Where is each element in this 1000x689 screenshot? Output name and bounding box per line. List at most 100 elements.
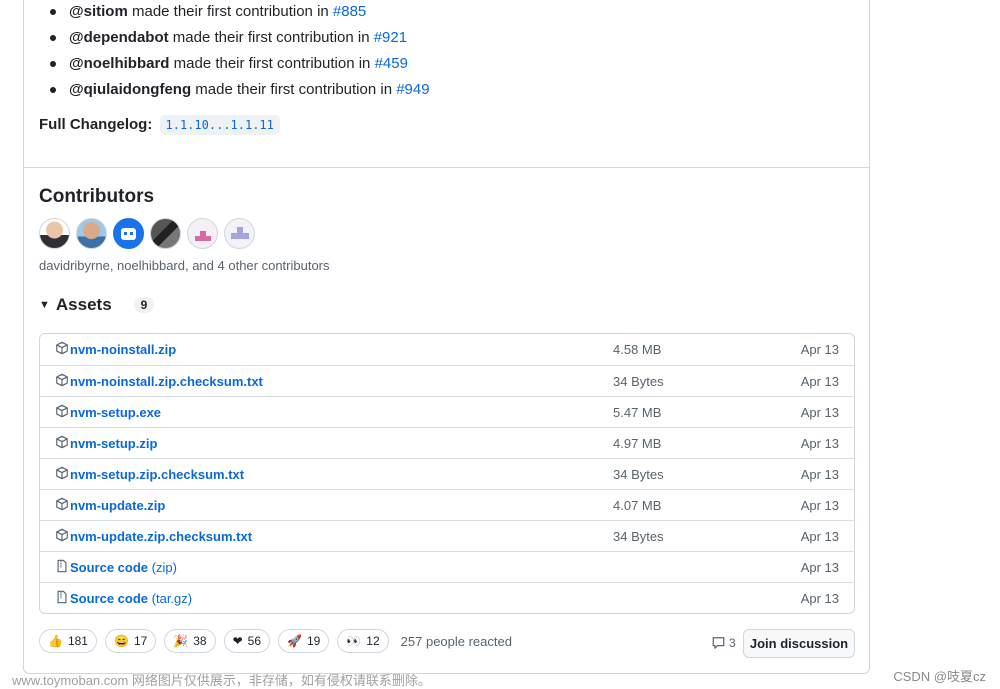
asset-size: 4.07 MB bbox=[613, 498, 662, 513]
contributor-mention[interactable]: @dependabot bbox=[69, 29, 169, 46]
reaction-button[interactable]: 🚀 19 bbox=[278, 629, 330, 653]
reaction-count: 38 bbox=[193, 634, 207, 648]
asset-name: nvm-noinstall.zip.checksum.txt bbox=[70, 374, 263, 389]
asset-download-link[interactable]: nvm-setup.zip bbox=[70, 436, 157, 451]
list-item: @sitiom made their first contribution in… bbox=[50, 0, 430, 26]
asset-size: 34 Bytes bbox=[613, 467, 664, 482]
asset-download-link[interactable]: Source code (tar.gz) bbox=[70, 591, 192, 606]
reaction-count: 181 bbox=[67, 634, 88, 648]
comment-icon bbox=[712, 637, 725, 649]
asset-size: 4.58 MB bbox=[613, 342, 662, 357]
reaction-button[interactable]: 😄 17 bbox=[104, 629, 157, 653]
comment-count[interactable]: 3 bbox=[711, 636, 736, 650]
identicon bbox=[231, 227, 249, 239]
contributor-mention[interactable]: @sitiom bbox=[69, 3, 128, 20]
package-icon bbox=[55, 373, 69, 387]
avatar[interactable] bbox=[150, 218, 181, 249]
avatar[interactable] bbox=[76, 218, 107, 249]
changelog-label: Full Changelog: bbox=[39, 116, 153, 133]
asset-date: Apr 13 bbox=[800, 405, 839, 420]
asset-download-link[interactable]: nvm-setup.exe bbox=[70, 405, 161, 420]
asset-date: Apr 13 bbox=[800, 467, 839, 482]
reactions-summary: 257 people reacted bbox=[400, 633, 512, 649]
reaction-count: 12 bbox=[366, 634, 380, 648]
laugh-icon: 😄 bbox=[113, 634, 129, 648]
assets-heading: Assets bbox=[55, 295, 112, 314]
reaction-button[interactable]: 🎉 38 bbox=[164, 629, 216, 653]
package-icon bbox=[55, 528, 69, 542]
assets-count-badge: 9 bbox=[133, 297, 155, 313]
pr-link[interactable]: #885 bbox=[333, 3, 366, 20]
asset-date: Apr 13 bbox=[800, 342, 839, 357]
asset-download-link[interactable]: nvm-update.zip bbox=[70, 498, 165, 513]
reaction-count: 56 bbox=[247, 634, 262, 648]
list-item-text: made their first contribution in bbox=[169, 55, 375, 72]
watermark: www.toymoban.com 网络图片仅供展示，非存储，如有侵权请联系删除。 bbox=[12, 673, 431, 688]
eyes-icon: 👀 bbox=[346, 634, 362, 648]
asset-date: Apr 13 bbox=[800, 498, 839, 513]
avatar[interactable] bbox=[224, 218, 255, 249]
reaction-count: 17 bbox=[133, 634, 148, 648]
asset-row: nvm-setup.zip.checksum.txt 34 Bytes Apr 13 bbox=[40, 458, 854, 489]
file-zip-icon bbox=[55, 590, 69, 604]
asset-date: Apr 13 bbox=[800, 560, 839, 575]
asset-download-link[interactable]: Source code (zip) bbox=[70, 560, 177, 575]
pr-link[interactable]: #459 bbox=[375, 55, 408, 72]
assets-list: nvm-noinstall.zip 4.58 MB Apr 13 nvm-noinst… bbox=[39, 333, 855, 614]
avatar[interactable] bbox=[39, 218, 70, 249]
bot-icon bbox=[121, 228, 136, 240]
asset-ext: (zip) bbox=[148, 560, 177, 575]
asset-ext: (tar.gz) bbox=[148, 591, 193, 606]
package-icon bbox=[55, 497, 69, 511]
asset-download-link[interactable]: nvm-noinstall.zip.checksum.txt bbox=[70, 374, 263, 389]
changelog-compare-link[interactable]: 1.1.10...1.1.11 bbox=[159, 115, 280, 135]
list-item-text: made their first contribution in bbox=[168, 29, 374, 46]
asset-download-link[interactable]: nvm-update.zip.checksum.txt bbox=[70, 529, 252, 544]
asset-name: Source code bbox=[70, 591, 149, 606]
asset-row: Source code (tar.gz) Apr 13 bbox=[40, 582, 854, 613]
section-divider bbox=[24, 167, 870, 168]
contributor-mention[interactable]: @qiulaidongfeng bbox=[69, 81, 191, 98]
asset-name: Source code bbox=[70, 560, 149, 575]
contributors-heading: Contributors bbox=[39, 186, 155, 207]
heart-icon: ❤ bbox=[232, 634, 243, 648]
reaction-button[interactable]: 👀 12 bbox=[337, 629, 389, 653]
asset-row: nvm-update.zip 4.07 MB Apr 13 bbox=[40, 489, 854, 520]
contributors-summary: davidribyrne, noelhibbard, and 4 other c… bbox=[39, 258, 330, 273]
asset-row: nvm-noinstall.zip.checksum.txt 34 Bytes Ap… bbox=[40, 365, 854, 396]
comment-count-value: 3 bbox=[729, 636, 736, 650]
list-item: @dependabot made their first contributio… bbox=[50, 26, 430, 52]
asset-download-link[interactable]: nvm-setup.zip.checksum.txt bbox=[70, 467, 244, 482]
asset-row: nvm-update.zip.checksum.txt 34 Bytes Apr 1… bbox=[40, 520, 854, 551]
asset-row: nvm-setup.exe 5.47 MB Apr 13 bbox=[40, 396, 854, 427]
tada-icon: 🎉 bbox=[173, 634, 189, 648]
asset-download-link[interactable]: nvm-noinstall.zip bbox=[70, 342, 176, 357]
triangle-down-icon: ▼ bbox=[39, 299, 50, 311]
reaction-button[interactable]: 👍 181 bbox=[39, 629, 97, 653]
assets-toggle[interactable]: ▼ Assets 9 bbox=[39, 295, 155, 315]
package-icon bbox=[55, 435, 69, 449]
rocket-icon: 🚀 bbox=[287, 634, 302, 648]
asset-date: Apr 13 bbox=[800, 529, 839, 544]
asset-name: nvm-setup.zip.checksum.txt bbox=[70, 467, 245, 482]
join-discussion-button[interactable]: Join discussion bbox=[743, 629, 855, 658]
csdn-credit: CSDN @吱夏cz bbox=[893, 669, 986, 684]
asset-row: nvm-noinstall.zip 4.58 MB Apr 13 bbox=[40, 334, 854, 365]
avatar[interactable] bbox=[187, 218, 218, 249]
asset-name: nvm-setup.zip bbox=[70, 436, 158, 451]
reactions-bar: 👍 181 😄 17 🎉 38 ❤ 56 🚀 19 👀 12 257 people reacted bbox=[39, 629, 512, 653]
new-contributors-list: @sitiom made their first contribution in… bbox=[50, 0, 430, 104]
file-zip-icon bbox=[55, 559, 69, 573]
asset-date: Apr 13 bbox=[800, 591, 839, 606]
asset-size: 34 Bytes bbox=[613, 529, 664, 544]
avatar[interactable] bbox=[113, 218, 144, 249]
asset-row: nvm-setup.zip 4.97 MB Apr 13 bbox=[40, 427, 854, 458]
list-item: @noelhibbard made their first contributi… bbox=[50, 52, 430, 78]
asset-size: 5.47 MB bbox=[613, 405, 662, 420]
pr-link[interactable]: #921 bbox=[374, 29, 407, 46]
asset-row: Source code (zip) Apr 13 bbox=[40, 551, 854, 582]
asset-date: Apr 13 bbox=[800, 374, 839, 389]
pr-link[interactable]: #949 bbox=[396, 81, 429, 98]
reaction-button[interactable]: ❤ 56 bbox=[223, 629, 271, 653]
contributor-mention[interactable]: @noelhibbard bbox=[69, 55, 169, 72]
